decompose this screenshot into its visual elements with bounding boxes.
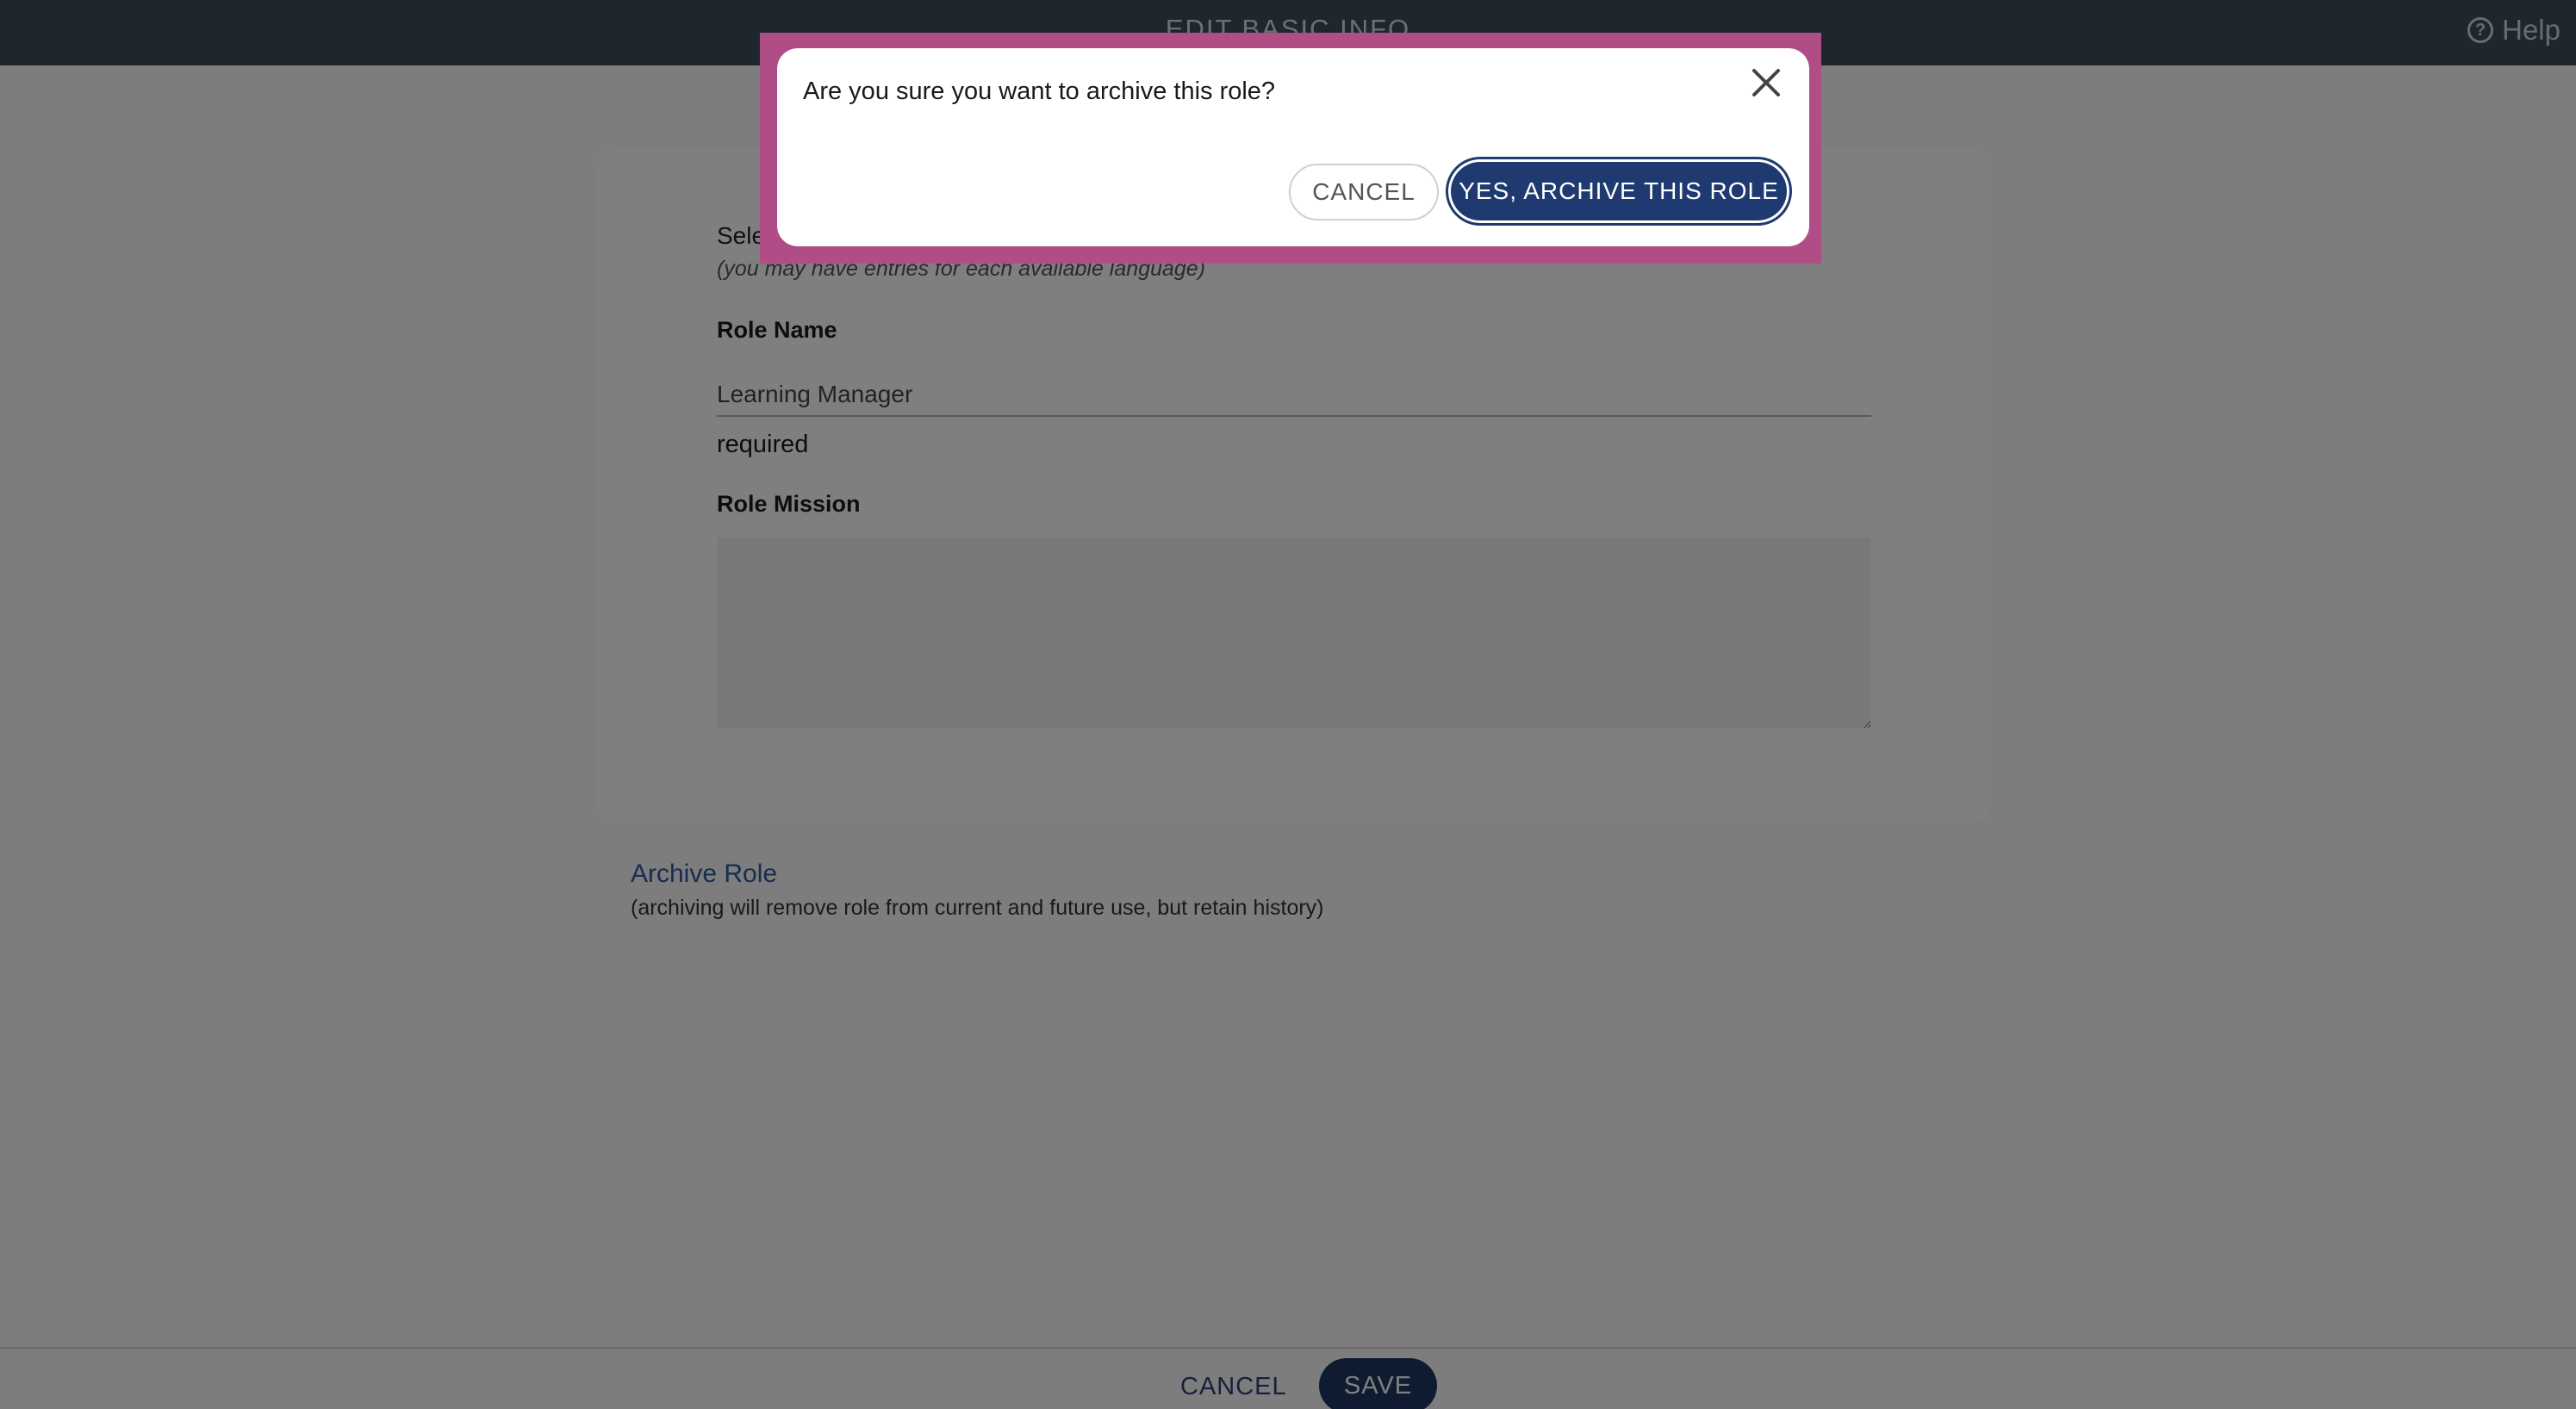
archive-confirm-dialog: Are you sure you want to archive this ro… xyxy=(777,48,1809,246)
archive-confirm-button[interactable]: YES, ARCHIVE THIS ROLE xyxy=(1451,162,1787,220)
edit-basic-info-page: EDIT BASIC INFO ? Help Select language (… xyxy=(0,0,2576,1409)
dialog-message: Are you sure you want to archive this ro… xyxy=(803,78,1276,105)
dialog-cancel-button[interactable]: CANCEL xyxy=(1289,164,1439,220)
close-icon[interactable] xyxy=(1744,60,1789,105)
